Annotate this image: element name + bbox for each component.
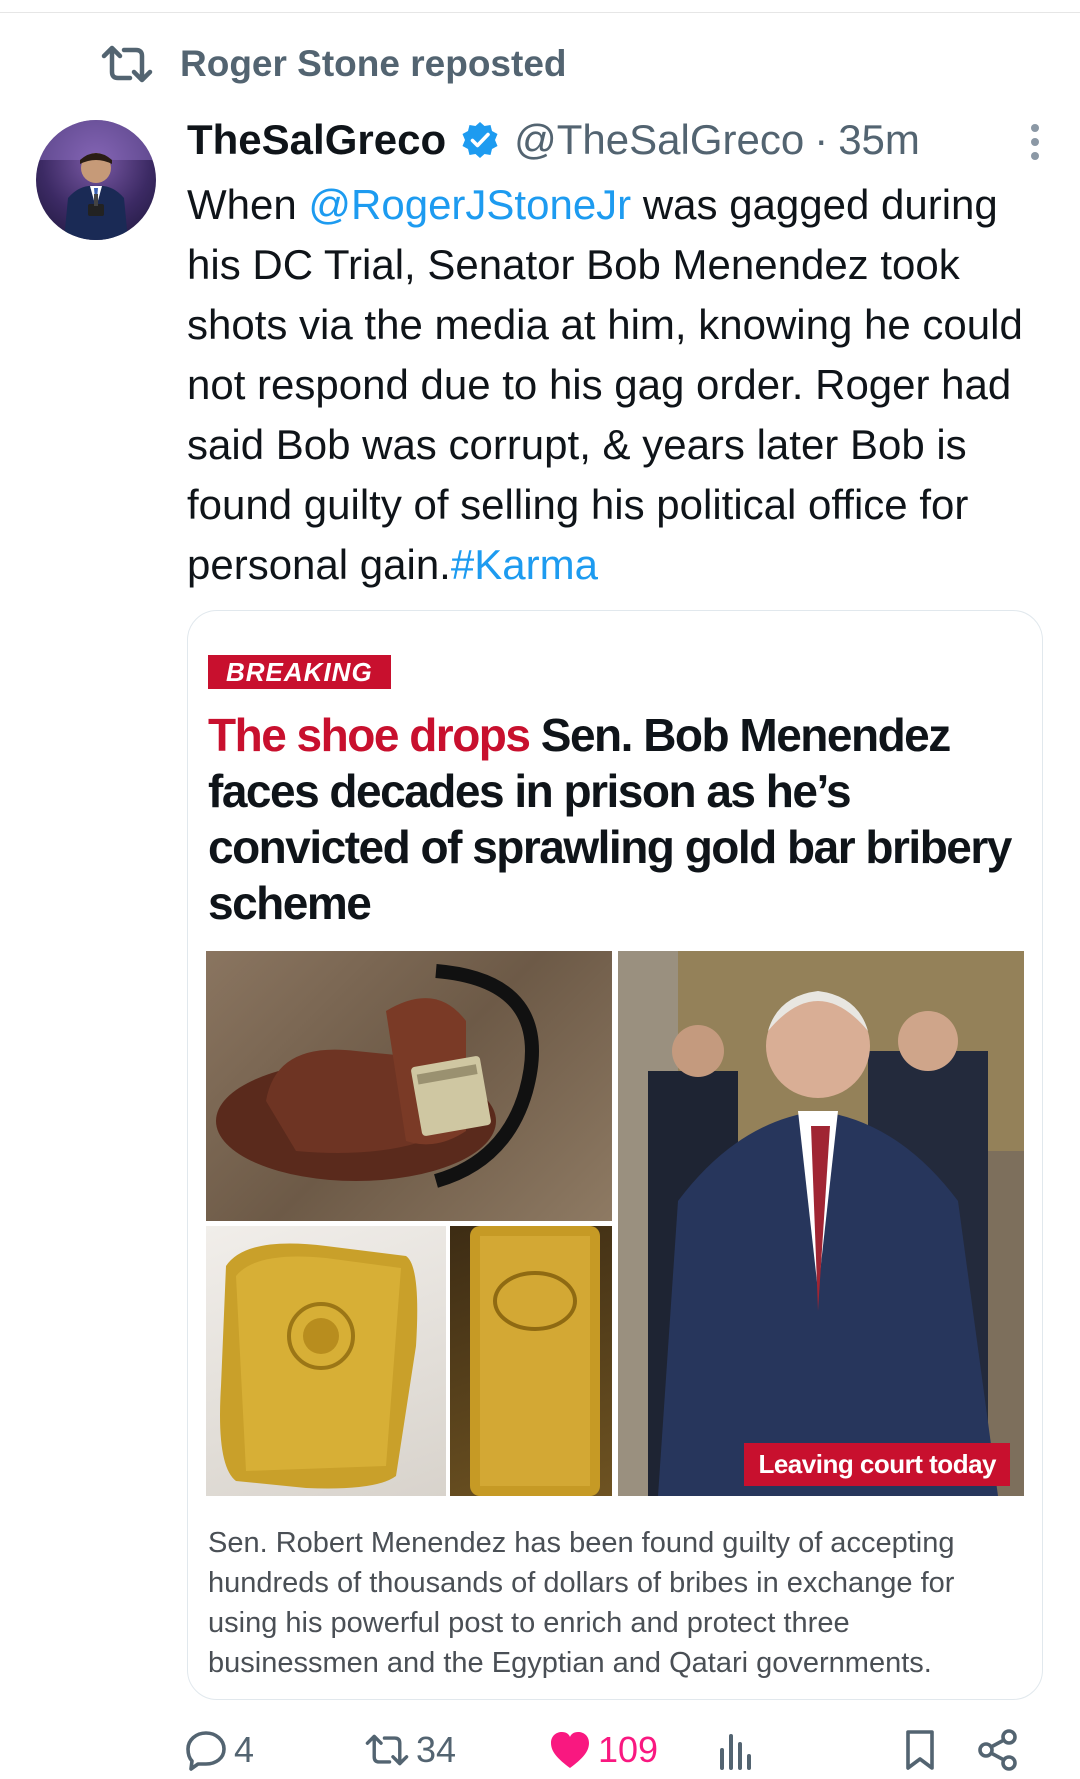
gold-bar-photo-2	[450, 1226, 612, 1496]
repost-icon	[365, 1734, 409, 1766]
reply-count: 4	[234, 1729, 255, 1770]
handle[interactable]: @TheSalGreco	[514, 116, 804, 164]
repost-label: Roger Stone reposted	[180, 43, 567, 84]
share-icon	[978, 1729, 1017, 1771]
timestamp[interactable]: 35m	[838, 116, 920, 164]
breaking-badge: BREAKING	[208, 655, 391, 689]
repost-attribution[interactable]: Roger Stone reposted	[100, 42, 567, 86]
top-divider	[0, 12, 1080, 13]
display-name[interactable]: TheSalGreco	[187, 116, 446, 164]
tweet-text-body: was gagged during his DC Trial, Senator …	[187, 181, 1023, 588]
news-card[interactable]: BREAKING The shoe drops Sen. Bob Menende…	[187, 610, 1043, 1700]
reply-button[interactable]: 4	[184, 1725, 254, 1775]
menendez-photo: Leaving court today	[618, 951, 1024, 1496]
tweet-text-start: When	[187, 181, 309, 228]
photo-caption: Leaving court today	[744, 1443, 1010, 1486]
shoe-with-cash-photo	[206, 951, 612, 1221]
avatar-image	[36, 120, 156, 240]
tweet-header: TheSalGreco @TheSalGreco · 35m	[187, 112, 1047, 168]
heart-icon	[551, 1732, 589, 1768]
card-headline: The shoe drops Sen. Bob Menendez faces d…	[208, 707, 1028, 931]
like-count: 109	[598, 1729, 659, 1770]
reply-icon	[186, 1731, 226, 1771]
views-chart-icon	[720, 1734, 751, 1770]
repost-count: 34	[416, 1729, 457, 1770]
bookmark-icon	[906, 1730, 934, 1770]
mention-link[interactable]: @RogerJStoneJr	[308, 181, 631, 228]
avatar[interactable]	[36, 120, 156, 240]
share-button[interactable]	[976, 1725, 1020, 1775]
repost-icon	[101, 45, 153, 83]
hashtag-link[interactable]: #Karma	[451, 541, 598, 588]
views-button[interactable]	[714, 1725, 758, 1775]
repost-button[interactable]: 34	[364, 1725, 456, 1775]
more-options-icon[interactable]	[1023, 120, 1047, 164]
tweet-text: When @RogerJStoneJr was gagged during hi…	[187, 175, 1047, 595]
verified-badge-icon	[462, 122, 498, 158]
action-bar: 4 34 109	[184, 1725, 1034, 1775]
headline-kicker: The shoe drops	[208, 709, 531, 761]
like-button[interactable]: 109	[548, 1725, 658, 1775]
separator-dot: ·	[814, 116, 829, 163]
bookmark-button[interactable]	[900, 1725, 940, 1775]
gold-bar-photo-1	[206, 1226, 446, 1496]
card-summary: Sen. Robert Menendez has been found guil…	[208, 1527, 955, 1679]
